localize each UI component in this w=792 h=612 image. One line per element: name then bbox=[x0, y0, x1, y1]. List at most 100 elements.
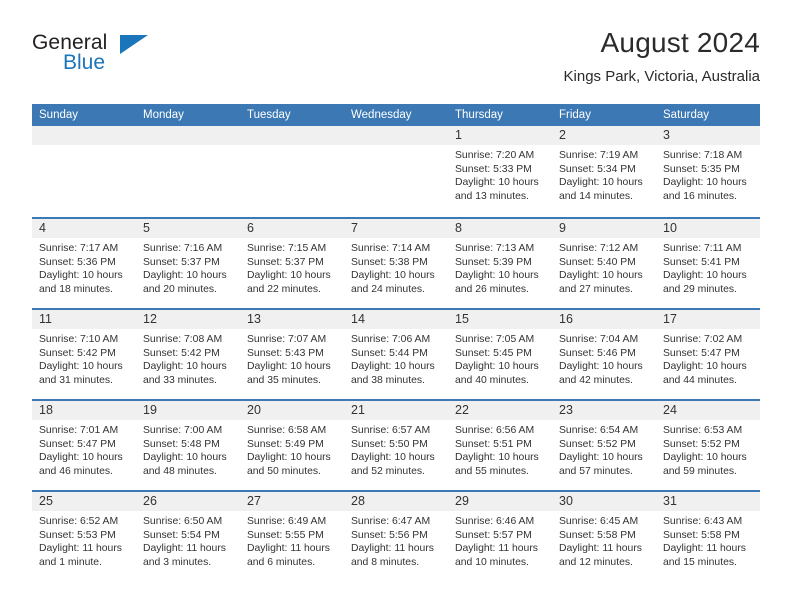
day-number-band: 2 bbox=[552, 126, 656, 145]
sunset-text: Sunset: 5:47 PM bbox=[39, 438, 116, 450]
day-details: Sunrise: 7:02 AM Sunset: 5:47 PM Daylight:… bbox=[656, 329, 760, 387]
day-details: Sunrise: 7:07 AM Sunset: 5:43 PM Daylight:… bbox=[240, 329, 344, 387]
calendar-day-cell[interactable]: 5 Sunrise: 7:16 AM Sunset: 5:37 PM Daylight… bbox=[136, 219, 240, 308]
calendar-day-cell[interactable]: 14 Sunrise: 7:06 AM Sunset: 5:44 PM Dayligh… bbox=[344, 310, 448, 399]
calendar-day-cell[interactable]: 25 Sunrise: 6:52 AM Sunset: 5:53 PM Dayligh… bbox=[32, 492, 136, 581]
calendar-day-cell[interactable]: 17 Sunrise: 7:02 AM Sunset: 5:47 PM Dayligh… bbox=[656, 310, 760, 399]
day-number: 13 bbox=[247, 312, 261, 326]
calendar-day-cell[interactable]: 6 Sunrise: 7:15 AM Sunset: 5:37 PM Daylight… bbox=[240, 219, 344, 308]
sunrise-text: Sunrise: 6:58 AM bbox=[247, 425, 327, 436]
day-details: Sunrise: 6:50 AM Sunset: 5:54 PM Daylight:… bbox=[136, 511, 240, 569]
day-number: 18 bbox=[39, 403, 53, 417]
calendar-day-cell[interactable]: 7 Sunrise: 7:14 AM Sunset: 5:38 PM Daylight… bbox=[344, 219, 448, 308]
sunrise-text: Sunrise: 6:56 AM bbox=[455, 425, 535, 436]
calendar-day-cell[interactable]: 2 Sunrise: 7:19 AM Sunset: 5:34 PM Daylight… bbox=[552, 126, 656, 217]
calendar-day-cell[interactable]: 29 Sunrise: 6:46 AM Sunset: 5:57 PM Dayligh… bbox=[448, 492, 552, 581]
sunrise-text: Sunrise: 6:46 AM bbox=[455, 516, 535, 527]
sunrise-text: Sunrise: 7:14 AM bbox=[351, 243, 431, 254]
calendar-day-cell[interactable]: 11 Sunrise: 7:10 AM Sunset: 5:42 PM Dayligh… bbox=[32, 310, 136, 399]
sunset-text: Sunset: 5:46 PM bbox=[559, 347, 636, 359]
calendar-page: General Blue August 2024 Kings Park, Vic… bbox=[0, 0, 792, 612]
day-number: 23 bbox=[559, 403, 573, 417]
day-number-band: 17 bbox=[656, 310, 760, 329]
calendar-day-cell[interactable]: 9 Sunrise: 7:12 AM Sunset: 5:40 PM Daylight… bbox=[552, 219, 656, 308]
day-number: 2 bbox=[559, 128, 566, 142]
page-header: General Blue August 2024 Kings Park, Vic… bbox=[32, 26, 760, 96]
day-number-band: 6 bbox=[240, 219, 344, 238]
calendar-day-cell[interactable]: 28 Sunrise: 6:47 AM Sunset: 5:56 PM Dayligh… bbox=[344, 492, 448, 581]
sunrise-text: Sunrise: 7:18 AM bbox=[663, 150, 743, 161]
sunrise-text: Sunrise: 7:01 AM bbox=[39, 425, 119, 436]
sunrise-text: Sunrise: 7:13 AM bbox=[455, 243, 535, 254]
day-number-band bbox=[136, 126, 240, 145]
day-details: Sunrise: 7:18 AM Sunset: 5:35 PM Daylight:… bbox=[656, 145, 760, 203]
calendar-day-cell[interactable]: 22 Sunrise: 6:56 AM Sunset: 5:51 PM Dayligh… bbox=[448, 401, 552, 490]
sunset-text: Sunset: 5:38 PM bbox=[351, 256, 428, 268]
calendar-day-cell[interactable]: 24 Sunrise: 6:53 AM Sunset: 5:52 PM Dayligh… bbox=[656, 401, 760, 490]
sunrise-text: Sunrise: 6:47 AM bbox=[351, 516, 431, 527]
sunrise-text: Sunrise: 6:57 AM bbox=[351, 425, 431, 436]
daylight-text-line2: and 31 minutes. bbox=[39, 374, 113, 386]
day-number-band bbox=[344, 126, 448, 145]
calendar-day-cell[interactable]: 1 Sunrise: 7:20 AM Sunset: 5:33 PM Daylight… bbox=[448, 126, 552, 217]
day-number: 21 bbox=[351, 403, 365, 417]
calendar-day-cell[interactable]: 13 Sunrise: 7:07 AM Sunset: 5:43 PM Dayligh… bbox=[240, 310, 344, 399]
daylight-text-line2: and 33 minutes. bbox=[143, 374, 217, 386]
calendar-day-cell[interactable]: 31 Sunrise: 6:43 AM Sunset: 5:58 PM Dayligh… bbox=[656, 492, 760, 581]
day-number-band: 10 bbox=[656, 219, 760, 238]
calendar-day-cell[interactable]: 20 Sunrise: 6:58 AM Sunset: 5:49 PM Dayligh… bbox=[240, 401, 344, 490]
daylight-text-line2: and 24 minutes. bbox=[351, 283, 425, 295]
day-number-band: 28 bbox=[344, 492, 448, 511]
day-number: 24 bbox=[663, 403, 677, 417]
day-number: 9 bbox=[559, 221, 566, 235]
sunset-text: Sunset: 5:34 PM bbox=[559, 163, 636, 175]
calendar-day-cell[interactable]: 23 Sunrise: 6:54 AM Sunset: 5:52 PM Dayligh… bbox=[552, 401, 656, 490]
calendar-day-cell[interactable]: 16 Sunrise: 7:04 AM Sunset: 5:46 PM Dayligh… bbox=[552, 310, 656, 399]
sunrise-text: Sunrise: 7:05 AM bbox=[455, 334, 535, 345]
calendar-day-cell[interactable]: 27 Sunrise: 6:49 AM Sunset: 5:55 PM Dayligh… bbox=[240, 492, 344, 581]
calendar-week-row: 11 Sunrise: 7:10 AM Sunset: 5:42 PM Dayligh… bbox=[32, 308, 760, 399]
calendar-day-cell[interactable]: 10 Sunrise: 7:11 AM Sunset: 5:41 PM Dayligh… bbox=[656, 219, 760, 308]
sunrise-text: Sunrise: 6:45 AM bbox=[559, 516, 639, 527]
sunset-text: Sunset: 5:41 PM bbox=[663, 256, 740, 268]
day-details: Sunrise: 7:08 AM Sunset: 5:42 PM Daylight:… bbox=[136, 329, 240, 387]
daylight-text-line2: and 10 minutes. bbox=[455, 556, 529, 568]
sunset-text: Sunset: 5:48 PM bbox=[143, 438, 220, 450]
sunrise-text: Sunrise: 7:06 AM bbox=[351, 334, 431, 345]
sunset-text: Sunset: 5:57 PM bbox=[455, 529, 532, 541]
daylight-text-line1: Daylight: 11 hours bbox=[39, 543, 122, 555]
daylight-text-line1: Daylight: 10 hours bbox=[39, 361, 123, 373]
day-number-band: 22 bbox=[448, 401, 552, 420]
daylight-text-line1: Daylight: 10 hours bbox=[663, 270, 747, 282]
logo-triangle-icon bbox=[120, 35, 148, 54]
calendar-day-cell[interactable]: 8 Sunrise: 7:13 AM Sunset: 5:39 PM Daylight… bbox=[448, 219, 552, 308]
daylight-text-line2: and 59 minutes. bbox=[663, 465, 737, 477]
calendar-day-cell[interactable]: 12 Sunrise: 7:08 AM Sunset: 5:42 PM Dayligh… bbox=[136, 310, 240, 399]
weekday-header-monday: Monday bbox=[143, 109, 184, 121]
calendar-day-cell[interactable]: 15 Sunrise: 7:05 AM Sunset: 5:45 PM Dayligh… bbox=[448, 310, 552, 399]
day-number-band: 16 bbox=[552, 310, 656, 329]
calendar-day-cell[interactable]: 26 Sunrise: 6:50 AM Sunset: 5:54 PM Dayligh… bbox=[136, 492, 240, 581]
calendar-day-cell[interactable]: 4 Sunrise: 7:17 AM Sunset: 5:36 PM Daylight… bbox=[32, 219, 136, 308]
day-number: 1 bbox=[455, 128, 462, 142]
daylight-text-line1: Daylight: 10 hours bbox=[351, 270, 435, 282]
daylight-text-line1: Daylight: 10 hours bbox=[143, 270, 227, 282]
weekday-header-sunday: Sunday bbox=[39, 109, 79, 121]
weekday-header-wednesday: Wednesday bbox=[351, 109, 412, 121]
calendar-day-cell[interactable]: 30 Sunrise: 6:45 AM Sunset: 5:58 PM Dayligh… bbox=[552, 492, 656, 581]
sunrise-text: Sunrise: 7:17 AM bbox=[39, 243, 119, 254]
day-number: 31 bbox=[663, 494, 677, 508]
day-number: 29 bbox=[455, 494, 469, 508]
general-blue-logo[interactable]: General Blue bbox=[32, 32, 162, 82]
sunrise-text: Sunrise: 6:52 AM bbox=[39, 516, 119, 527]
sunrise-text: Sunrise: 7:07 AM bbox=[247, 334, 327, 345]
sunset-text: Sunset: 5:58 PM bbox=[559, 529, 636, 541]
calendar-day-cell[interactable]: 3 Sunrise: 7:18 AM Sunset: 5:35 PM Daylight… bbox=[656, 126, 760, 217]
sunset-text: Sunset: 5:45 PM bbox=[455, 347, 532, 359]
day-number-band: 11 bbox=[32, 310, 136, 329]
calendar-day-cell[interactable]: 19 Sunrise: 7:00 AM Sunset: 5:48 PM Dayligh… bbox=[136, 401, 240, 490]
calendar-day-cell[interactable]: 21 Sunrise: 6:57 AM Sunset: 5:50 PM Dayligh… bbox=[344, 401, 448, 490]
day-number-band: 27 bbox=[240, 492, 344, 511]
calendar-day-cell[interactable]: 18 Sunrise: 7:01 AM Sunset: 5:47 PM Dayligh… bbox=[32, 401, 136, 490]
day-details: Sunrise: 7:14 AM Sunset: 5:38 PM Daylight:… bbox=[344, 238, 448, 296]
